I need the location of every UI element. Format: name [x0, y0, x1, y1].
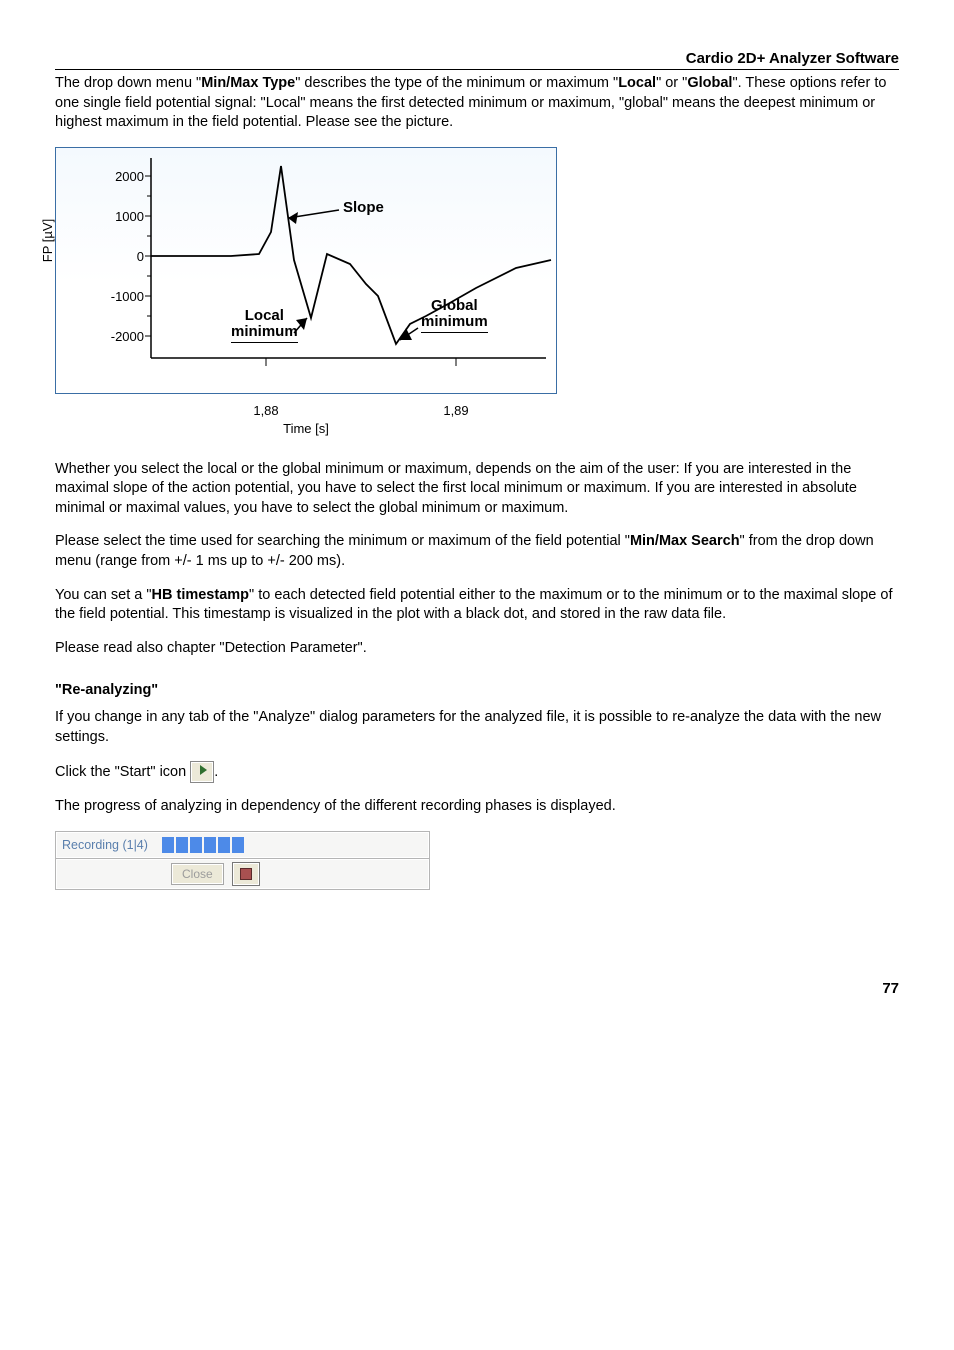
progress-chunk	[232, 837, 244, 853]
text: The drop down menu "	[55, 75, 201, 91]
paragraph-hb-timestamp: You can set a "HB timestamp" to each det…	[55, 586, 899, 625]
paragraph-minmax-type: The drop down menu "Min/Max Type" descri…	[55, 74, 899, 133]
header-rule	[55, 69, 899, 70]
stop-button[interactable]	[232, 862, 260, 886]
paragraph-progress: The progress of analyzing in dependency …	[55, 797, 899, 817]
x-tick: 1,89	[443, 403, 468, 418]
progress-chunk	[218, 837, 230, 853]
play-icon	[200, 765, 207, 775]
text: Click the "Start" icon	[55, 764, 190, 780]
paragraph-local-global: Whether you select the local or the glob…	[55, 460, 899, 519]
annotation-line1: Local	[245, 307, 284, 324]
text: " or "	[656, 75, 687, 91]
bold-term: Min/Max Type	[201, 75, 295, 91]
progress-panel: Recording (1|4) Close	[55, 831, 430, 890]
progress-row: Recording (1|4)	[55, 831, 430, 859]
text: " describes the type of the minimum or m…	[295, 75, 618, 91]
progress-chunk	[204, 837, 216, 853]
page-number: 77	[55, 980, 899, 997]
annotation-slope: Slope	[343, 200, 384, 217]
plot-area: FP [µV] 2000 1000 0 -1000 -2000 1,88 1,8…	[55, 147, 557, 394]
bold-term: Min/Max Search	[630, 533, 740, 549]
paragraph-click-start: Click the "Start" icon .	[55, 761, 899, 783]
annotation-line1: Global	[431, 297, 478, 314]
chart: FP [µV] 2000 1000 0 -1000 -2000 1,88 1,8…	[55, 147, 899, 442]
annotation-global-min: Global minimum	[421, 298, 488, 333]
start-button[interactable]	[190, 761, 214, 783]
paragraph-see-also: Please read also chapter "Detection Para…	[55, 639, 899, 659]
annotation-local-min: Local minimum	[231, 308, 298, 343]
stop-icon	[240, 868, 252, 880]
annotation-line2: minimum	[231, 323, 298, 340]
x-tick: 1,88	[253, 403, 278, 418]
page-header: Cardio 2D+ Analyzer Software	[55, 50, 899, 67]
paragraph-minmax-search: Please select the time used for searchin…	[55, 532, 899, 571]
progress-chunk	[162, 837, 174, 853]
text: Please select the time used for searchin…	[55, 533, 630, 549]
progress-buttons: Close	[55, 859, 430, 890]
text: .	[214, 764, 218, 780]
annotation-line2: minimum	[421, 313, 488, 330]
section-heading-reanalyzing: "Re-analyzing"	[55, 682, 899, 698]
text: You can set a "	[55, 587, 152, 603]
bold-term: Global	[687, 75, 732, 91]
progress-chunk	[190, 837, 202, 853]
progress-chunk	[176, 837, 188, 853]
progress-bar	[162, 837, 244, 853]
bold-term: HB timestamp	[152, 587, 250, 603]
close-button[interactable]: Close	[171, 863, 224, 885]
x-axis-label: Time [s]	[283, 421, 329, 436]
recording-label: Recording (1|4)	[62, 838, 148, 852]
bold-term: Local	[618, 75, 656, 91]
y-axis-label: FP [µV]	[40, 219, 55, 262]
paragraph-reanalyze-intro: If you change in any tab of the "Analyze…	[55, 708, 899, 747]
plot-svg	[56, 148, 556, 393]
